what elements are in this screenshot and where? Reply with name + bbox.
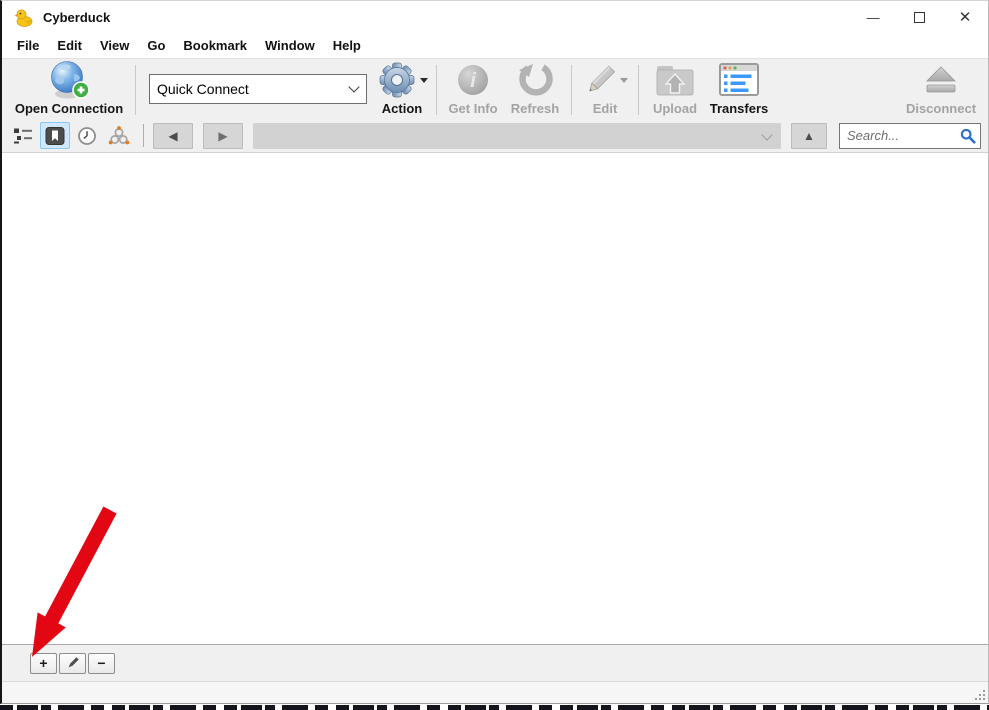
window-title: Cyberduck	[43, 10, 110, 25]
pencil-icon	[583, 62, 617, 98]
quick-connect-input[interactable]	[149, 74, 367, 104]
clipped-text-strip	[0, 705, 989, 710]
open-connection-button[interactable]: Open Connection	[8, 59, 130, 119]
screenshot: Cyberduck — ✕ File Edit View Go Bookmark…	[0, 0, 989, 710]
menu-bookmark[interactable]: Bookmark	[174, 36, 256, 55]
quick-connect-combobox[interactable]	[149, 74, 367, 104]
bookmark-icon	[45, 127, 65, 145]
add-bookmark-button[interactable]: +	[30, 653, 57, 674]
resize-grip[interactable]	[972, 687, 985, 700]
transfers-button[interactable]: Transfers	[706, 59, 772, 119]
chevron-down-icon	[761, 129, 772, 140]
transfers-label: Transfers	[710, 101, 769, 116]
browser-nav-bar: ◀ ▶ ▲	[2, 119, 988, 153]
refresh-icon	[516, 59, 554, 101]
clock-icon	[77, 126, 97, 146]
get-info-label: Get Info	[448, 101, 497, 116]
search-icon	[960, 128, 976, 144]
eject-icon	[922, 59, 960, 101]
get-info-button[interactable]: i Get Info	[442, 59, 504, 119]
forward-button[interactable]: ▶	[203, 123, 243, 149]
edit-label: Edit	[593, 101, 618, 116]
history-view-button[interactable]	[72, 122, 102, 149]
toolbar-separator	[436, 65, 437, 115]
maximize-button[interactable]	[896, 1, 942, 33]
action-label: Action	[382, 101, 422, 116]
bonjour-icon	[108, 126, 130, 146]
menu-help[interactable]: Help	[324, 36, 370, 55]
bookmark-actions-bar: + −	[2, 644, 988, 681]
menu-file[interactable]: File	[8, 36, 48, 55]
transfers-window-icon	[718, 59, 760, 101]
back-button[interactable]: ◀	[153, 123, 193, 149]
refresh-button[interactable]: Refresh	[504, 59, 566, 119]
bookmarks-view-button[interactable]	[40, 122, 70, 149]
cyberduck-window: Cyberduck — ✕ File Edit View Go Bookmark…	[0, 0, 989, 704]
toolbar-separator	[571, 65, 572, 115]
toolbar-separator	[135, 65, 136, 115]
bookmark-list-area[interactable]	[2, 153, 988, 644]
status-bar	[2, 681, 988, 703]
gear-icon	[377, 60, 417, 100]
menu-bar: File Edit View Go Bookmark Window Help	[2, 33, 988, 58]
toolbar: Open Connection	[2, 58, 988, 119]
action-button[interactable]: Action	[373, 59, 431, 119]
upload-button[interactable]: Upload	[644, 59, 706, 119]
upload-folder-icon	[654, 59, 696, 101]
action-dropdown-arrow-icon[interactable]	[420, 78, 428, 83]
menu-go[interactable]: Go	[138, 36, 174, 55]
info-icon: i	[455, 59, 491, 101]
cyberduck-duck-icon	[15, 8, 34, 27]
edit-bookmark-button[interactable]	[59, 653, 86, 674]
toolbar-separator	[638, 65, 639, 115]
open-connection-label: Open Connection	[15, 101, 123, 116]
menu-edit[interactable]: Edit	[48, 36, 91, 55]
svg-text:i: i	[470, 70, 476, 92]
forward-arrow-icon: ▶	[218, 129, 227, 143]
open-connection-globe-icon	[48, 59, 90, 101]
nav-separator	[143, 124, 144, 147]
outline-view-icon	[13, 127, 33, 145]
maximize-icon	[914, 12, 925, 23]
toolbar-spacer	[772, 59, 898, 119]
outline-view-button[interactable]	[8, 122, 38, 149]
minimize-button[interactable]: —	[850, 1, 896, 33]
remove-bookmark-button[interactable]: −	[88, 653, 115, 674]
parent-directory-button[interactable]: ▲	[791, 123, 827, 149]
bonjour-view-button[interactable]	[104, 122, 134, 149]
search-field[interactable]	[839, 123, 981, 149]
window-controls: — ✕	[850, 1, 988, 33]
edit-button[interactable]: Edit	[577, 59, 633, 119]
edit-dropdown-arrow-icon[interactable]	[620, 78, 628, 83]
menu-view[interactable]: View	[91, 36, 138, 55]
disconnect-button[interactable]: Disconnect	[898, 59, 984, 119]
path-dropdown[interactable]	[253, 123, 781, 149]
disconnect-label: Disconnect	[906, 101, 976, 116]
menu-window[interactable]: Window	[256, 36, 324, 55]
pencil-icon	[66, 656, 80, 670]
close-button[interactable]: ✕	[942, 1, 988, 33]
up-arrow-icon: ▲	[803, 129, 815, 143]
back-arrow-icon: ◀	[168, 129, 177, 143]
refresh-label: Refresh	[511, 101, 559, 116]
title-bar: Cyberduck — ✕	[2, 1, 988, 33]
upload-label: Upload	[653, 101, 697, 116]
